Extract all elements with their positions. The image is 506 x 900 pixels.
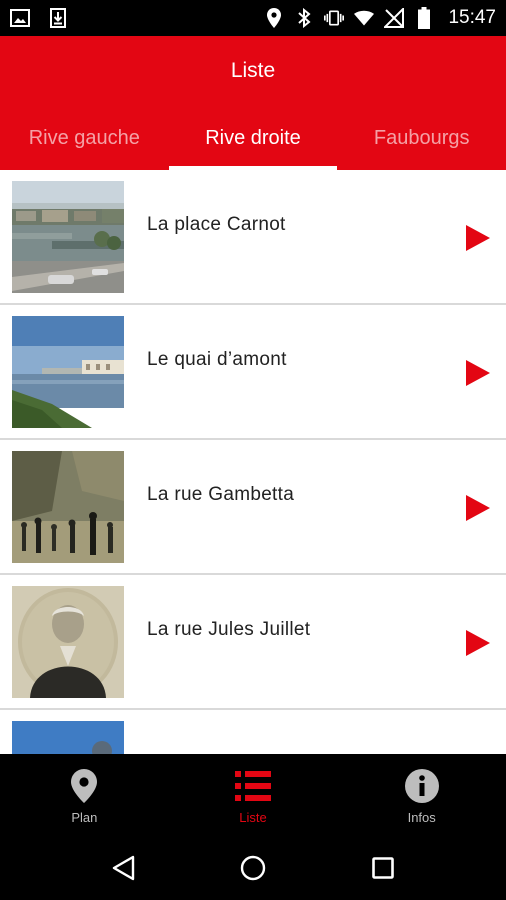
nav-infos[interactable]: Infos [337,754,506,836]
list-icon [235,768,271,804]
harbor-photo [12,181,124,293]
info-icon [404,768,440,804]
play-arrow-icon[interactable] [466,630,490,656]
status-right: 15:47 [264,7,496,29]
nav-label: Plan [71,810,98,825]
painting-photo [12,451,124,563]
nav-plan[interactable]: Plan [0,754,169,836]
status-bar: 15:47 [0,0,506,36]
nav-liste[interactable]: Liste [169,754,338,836]
tab-rive-droite[interactable]: Rive droite [168,110,338,170]
vibrate-icon [324,7,345,29]
play-arrow-icon[interactable] [466,360,490,386]
sky-photo [12,721,124,754]
tab-faubourgs[interactable]: Faubourgs [337,110,506,170]
list-item[interactable]: Le quai d’amont [0,305,506,440]
wifi-icon [354,7,375,29]
map-pin-icon [66,768,102,804]
system-nav-bar [0,836,506,900]
location-icon [264,7,284,29]
status-time: 15:47 [448,7,496,28]
places-list[interactable]: La place Carnot Le quai d’amont La rue G… [0,170,506,754]
play-arrow-icon[interactable] [466,495,490,521]
recents-icon[interactable] [366,851,400,885]
play-arrow-icon[interactable] [466,225,490,251]
home-icon[interactable] [236,851,270,885]
portrait-photo [12,586,124,698]
page-title: Liste [230,59,276,82]
list-item-title: La rue Jules Juillet [147,619,311,640]
nav-label: Infos [407,810,436,825]
nav-label: Liste [239,810,267,825]
list-item-title: La rue Gambetta [147,484,295,505]
list-item[interactable] [0,710,506,754]
list-item[interactable]: La place Carnot [0,170,506,305]
bluetooth-icon [294,7,314,29]
image-icon [10,7,30,29]
app-bar: Liste Rive gauche Rive droite Faubourgs [0,36,506,170]
status-left [10,7,68,29]
river-photo [12,316,124,428]
list-item[interactable]: La rue Jules Juillet [0,575,506,710]
battery-icon [414,7,434,29]
bottom-nav: Plan Liste Infos [0,754,506,836]
download-icon [48,7,68,29]
back-icon[interactable] [106,851,140,885]
no-signal-icon [384,7,405,29]
tab-bar: Rive gauche Rive droite Faubourgs [0,110,506,170]
list-item[interactable]: La rue Gambetta [0,440,506,575]
list-item-title: La place Carnot [147,214,286,235]
list-item-title: Le quai d’amont [147,349,287,370]
tab-rive-gauche[interactable]: Rive gauche [0,110,169,170]
